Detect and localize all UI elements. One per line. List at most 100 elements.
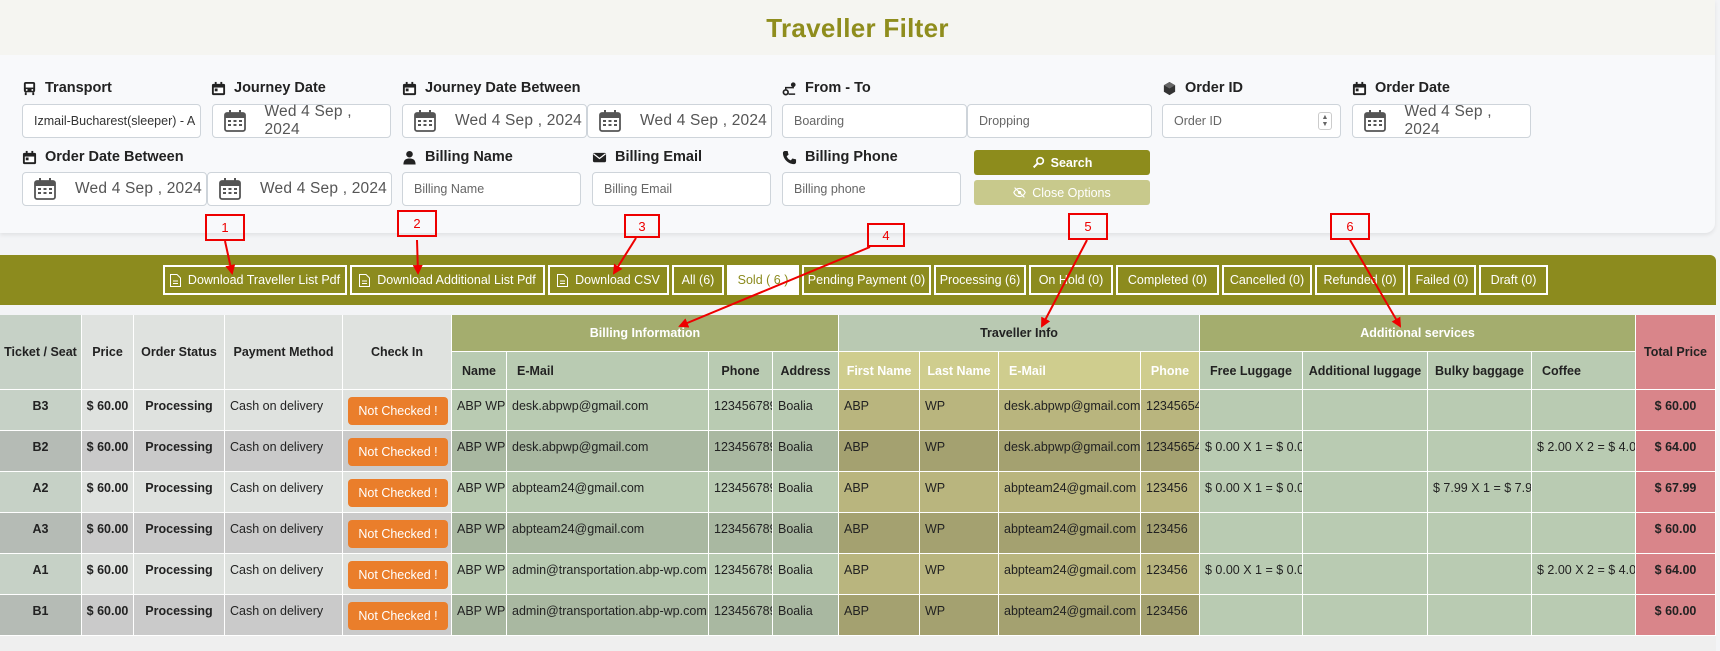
annotation-label-5: 5 [1068, 213, 1108, 240]
table-cell-address: Boalia [773, 513, 839, 554]
table-cell-payment: Cash on delivery [225, 390, 343, 431]
table-cell-t-phone: 123456 [1141, 472, 1200, 513]
table-cell-coffee: $ 2.00 X 2 = $ 4.00 [1532, 554, 1636, 595]
tab-pending-payment[interactable]: Pending Payment (0) [802, 265, 931, 295]
transport-select[interactable]: Izmail-Bucharest(sleeper) - A [22, 104, 201, 138]
not-checked-button[interactable]: Not Checked ! [348, 520, 448, 548]
table-cell-total: $ 60.00 [1636, 513, 1716, 554]
order-date-from-value: Wed 4 Sep , 2024 [75, 180, 203, 197]
tab-processing[interactable]: Processing (6) [934, 265, 1026, 295]
table-cell-coffee [1532, 390, 1636, 431]
order-date-to-input[interactable]: Wed 4 Sep , 2024 [207, 172, 392, 206]
column-header-phone: Phone [709, 352, 773, 390]
tab-on-hold[interactable]: On Hold (0) [1029, 265, 1113, 295]
not-checked-button[interactable]: Not Checked ! [348, 479, 448, 507]
table-cell-t-email: desk.abpwp@gmail.com [999, 390, 1141, 431]
table-cell-payment: Cash on delivery [225, 554, 343, 595]
calendar-icon [34, 178, 56, 200]
table-cell-additional [1303, 513, 1428, 554]
table-cell-ticket: B2 [0, 431, 82, 472]
tab-cancelled[interactable]: Cancelled (0) [1222, 265, 1312, 295]
calendar-icon [1363, 110, 1386, 132]
not-checked-button[interactable]: Not Checked ! [348, 438, 448, 466]
download-csv-button[interactable]: Download CSV [548, 265, 669, 295]
table-cell-phone: 123456789 [709, 513, 773, 554]
billing-name-input[interactable]: Billing Name [402, 172, 581, 206]
table-cell-status: Processing [134, 513, 225, 554]
route-icon [782, 81, 796, 95]
table-cell-free: $ 0.00 X 1 = $ 0.00 [1200, 431, 1303, 472]
table-cell-check-in: Not Checked ! [343, 513, 452, 554]
not-checked-button[interactable]: Not Checked ! [348, 602, 448, 630]
table-cell-coffee [1532, 513, 1636, 554]
boarding-input[interactable]: Boarding [782, 104, 967, 138]
table-cell-status: Processing [134, 595, 225, 636]
table-cell-bulky: $ 7.99 X 1 = $ 7.99 [1428, 472, 1532, 513]
orders-table: Billing Information Traveller Info Additio… [0, 315, 1716, 636]
journey-date-to-input[interactable]: Wed 4 Sep , 2024 [587, 104, 772, 138]
column-header-first-name: First Name [839, 352, 920, 390]
close-options-button[interactable]: Close Options [974, 180, 1150, 205]
annotation-label-6: 6 [1330, 213, 1370, 240]
table-cell-check-in: Not Checked ! [343, 554, 452, 595]
table-cell-name: ABP WP [452, 472, 507, 513]
tab-sold[interactable]: Sold ( 6 ) [727, 265, 799, 295]
annotation-label-4: 4 [867, 223, 905, 247]
table-cell-coffee: $ 2.00 X 2 = $ 4.00 [1532, 431, 1636, 472]
number-spinner[interactable]: ▲ ▼ [1318, 112, 1332, 130]
not-checked-button[interactable]: Not Checked ! [348, 397, 448, 425]
bus-icon [23, 81, 36, 95]
tab-all[interactable]: All (6) [672, 265, 724, 295]
table-cell-payment: Cash on delivery [225, 472, 343, 513]
column-header-name: Name [452, 352, 507, 390]
dropping-input[interactable]: Dropping [967, 104, 1152, 138]
tab-refunded[interactable]: Refunded (0) [1315, 265, 1405, 295]
table-cell-price: $ 60.00 [82, 431, 134, 472]
order-date-input[interactable]: Wed 4 Sep , 2024 [1352, 103, 1531, 138]
table-cell-total: $ 60.00 [1636, 595, 1716, 636]
journey-date-label: Journey Date [211, 80, 326, 96]
table-cell-bulky [1428, 390, 1532, 431]
order-date-value: Wed 4 Sep , 2024 [1404, 103, 1492, 138]
table-footer-strip [0, 636, 1716, 651]
calendar-icon [219, 178, 241, 200]
not-checked-button[interactable]: Not Checked ! [348, 561, 448, 589]
file-pdf-icon [359, 273, 371, 287]
download-traveller-pdf-button[interactable]: Download Traveller List Pdf [163, 265, 347, 295]
table-cell-bulky [1428, 554, 1532, 595]
table-cell-name: ABP WP [452, 595, 507, 636]
annotation-label-3: 3 [624, 214, 660, 238]
billing-name-label: Billing Name [402, 149, 513, 165]
table-cell-payment: Cash on delivery [225, 513, 343, 554]
tab-completed[interactable]: Completed (0) [1116, 265, 1219, 295]
table-cell-email: admin@transportation.abp-wp.com [507, 554, 709, 595]
download-additional-pdf-button[interactable]: Download Additional List Pdf [350, 265, 545, 295]
billing-phone-input[interactable]: Billing phone [782, 172, 961, 206]
billing-email-label: Billing Email [592, 149, 702, 165]
table-cell-price: $ 60.00 [82, 595, 134, 636]
order-id-label: Order ID [1162, 80, 1243, 96]
order-date-from-input[interactable]: Wed 4 Sep , 2024 [22, 172, 207, 206]
journey-date-input[interactable]: Wed 4 Sep , 2024 [212, 103, 391, 138]
table-cell-ticket: A1 [0, 554, 82, 595]
order-date-to-value: Wed 4 Sep , 2024 [260, 180, 388, 197]
table-cell-t-email: desk.abpwp@gmail.com [999, 431, 1141, 472]
table-cell-last: WP [920, 595, 999, 636]
table-cell-email: abpteam24@gmail.com [507, 513, 709, 554]
table-cell-name: ABP WP [452, 390, 507, 431]
table-cell-additional [1303, 431, 1428, 472]
column-header-free-luggage: Free Luggage [1200, 352, 1303, 390]
calendar-icon [402, 81, 417, 95]
search-button[interactable]: Search [974, 150, 1150, 175]
calendar-icon [1352, 81, 1367, 95]
tab-failed[interactable]: Failed (0) [1408, 265, 1476, 295]
billing-email-input[interactable]: Billing Email [592, 172, 771, 206]
column-header-coffee: Coffee [1532, 352, 1636, 390]
table-cell-last: WP [920, 554, 999, 595]
table-cell-total: $ 64.00 [1636, 554, 1716, 595]
order-id-input[interactable]: Order ID ▲ ▼ [1162, 104, 1341, 138]
tab-draft[interactable]: Draft (0) [1479, 265, 1548, 295]
journey-date-from-input[interactable]: Wed 4 Sep , 2024 [402, 104, 587, 138]
table-cell-last: WP [920, 513, 999, 554]
table-cell-price: $ 60.00 [82, 390, 134, 431]
